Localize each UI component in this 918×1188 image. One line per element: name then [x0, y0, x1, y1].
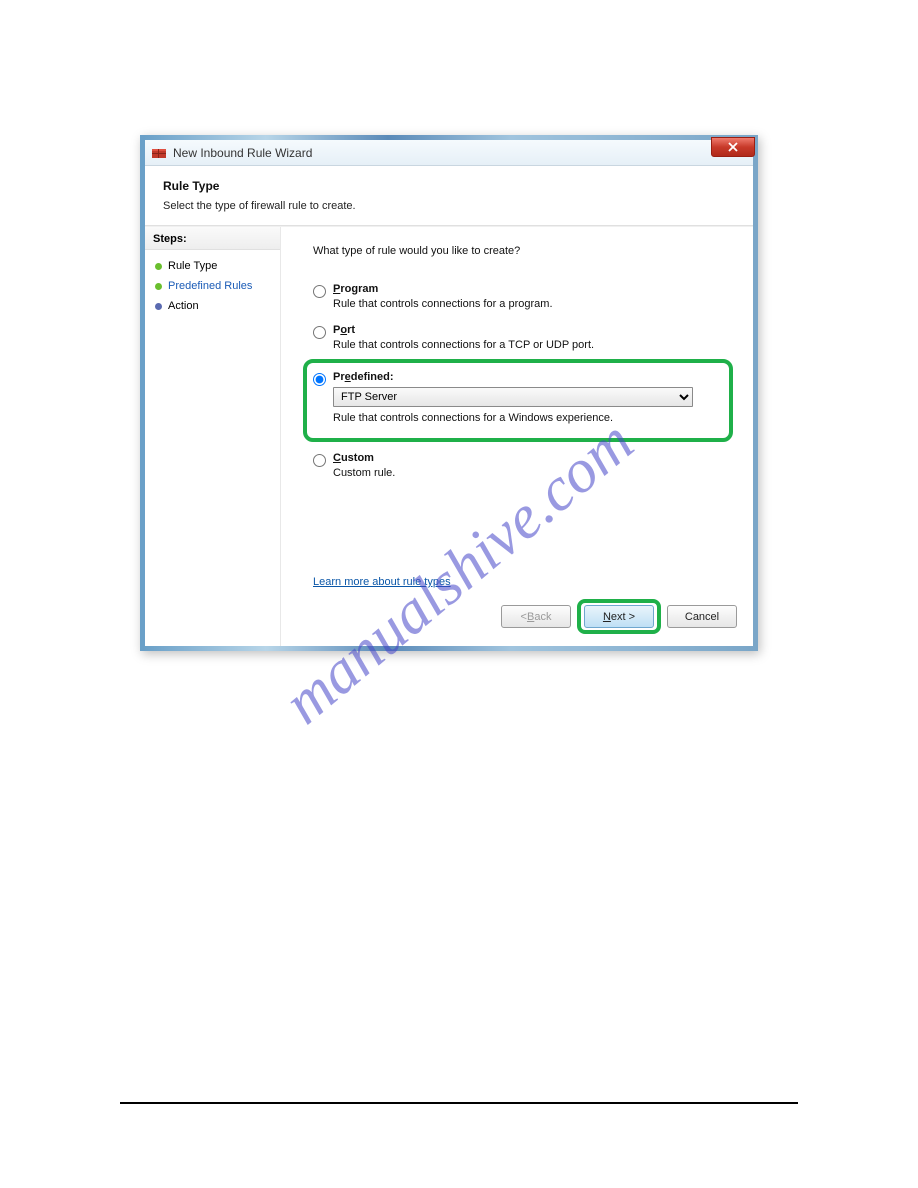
step-rule-type[interactable]: Rule Type	[149, 256, 276, 276]
steps-sidebar: Steps: Rule Type Predefined Rules Action	[145, 227, 281, 646]
option-port[interactable]: Port Rule that controls connections for …	[313, 324, 727, 351]
page-subtitle: Select the type of firewall rule to crea…	[163, 200, 735, 212]
learn-more-link[interactable]: Learn more about rule types	[313, 576, 451, 588]
option-label: Custom	[333, 452, 727, 464]
option-desc: Rule that controls connections for a pro…	[333, 298, 553, 310]
close-button[interactable]	[711, 137, 755, 157]
wizard-header: Rule Type Select the type of firewall ru…	[145, 166, 753, 226]
page-footer-rule	[120, 1102, 798, 1104]
step-label: Predefined Rules	[168, 280, 252, 292]
firewall-icon	[151, 145, 167, 161]
option-program[interactable]: Program Rule that controls connections f…	[313, 283, 727, 310]
question-text: What type of rule would you like to crea…	[313, 245, 727, 257]
next-button[interactable]: Next >	[584, 605, 654, 628]
cancel-button[interactable]: Cancel	[667, 605, 737, 628]
highlight-next: Next >	[577, 599, 661, 634]
option-label: Predefined:	[333, 371, 719, 383]
wizard-content: What type of rule would you like to crea…	[281, 227, 753, 646]
option-desc: Custom rule.	[333, 467, 395, 479]
button-row: < Back Next > Cancel	[501, 599, 737, 634]
option-label: Port	[333, 324, 727, 336]
step-action[interactable]: Action	[149, 296, 276, 316]
option-custom[interactable]: Custom Custom rule.	[313, 452, 727, 479]
bullet-icon	[155, 283, 162, 290]
option-desc: Rule that controls connections for a Win…	[333, 412, 613, 424]
radio-program[interactable]	[313, 285, 326, 298]
back-button[interactable]: < Back	[501, 605, 571, 628]
option-predefined[interactable]: Predefined: FTP Server Rule that control…	[313, 371, 719, 424]
bullet-icon	[155, 263, 162, 270]
step-label: Rule Type	[168, 260, 217, 272]
titlebar: New Inbound Rule Wizard	[145, 140, 753, 166]
wizard-dialog: New Inbound Rule Wizard Rule Type Select…	[140, 135, 758, 651]
predefined-select[interactable]: FTP Server	[333, 387, 693, 407]
radio-port[interactable]	[313, 326, 326, 339]
radio-custom[interactable]	[313, 454, 326, 467]
radio-predefined[interactable]	[313, 373, 326, 386]
window-title: New Inbound Rule Wizard	[173, 146, 312, 160]
highlight-predefined: Predefined: FTP Server Rule that control…	[303, 359, 733, 442]
option-desc: Rule that controls connections for a TCP…	[333, 339, 594, 351]
bullet-icon	[155, 303, 162, 310]
step-predefined-rules[interactable]: Predefined Rules	[149, 276, 276, 296]
step-label: Action	[168, 300, 199, 312]
option-label: Program	[333, 283, 727, 295]
steps-label: Steps:	[145, 227, 280, 250]
page-title: Rule Type	[163, 179, 735, 193]
